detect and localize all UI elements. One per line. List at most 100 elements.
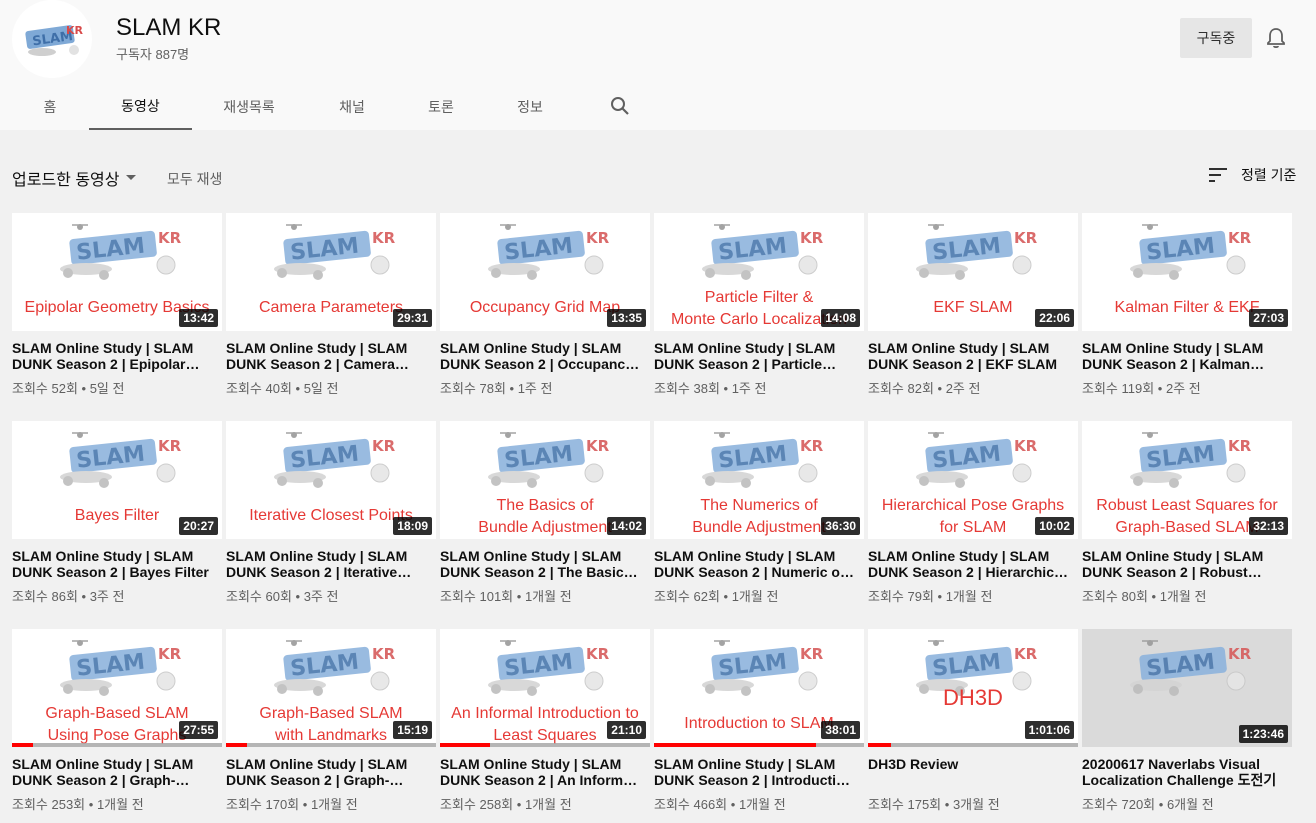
video-title[interactable]: DH3D Review	[868, 756, 1078, 788]
video-card[interactable]: SLAM KR The Basics of Bundle Adjustment 14…	[440, 421, 650, 629]
video-thumbnail[interactable]: SLAM KR Robust Least Squares for Graph-Ba…	[1082, 421, 1292, 539]
video-duration: 18:09	[393, 517, 432, 535]
view-count: 조회수 101회	[440, 589, 514, 604]
video-duration: 36:30	[821, 517, 860, 535]
video-card[interactable]: SLAM KR Robust Least Squares for Graph-Ba…	[1082, 421, 1292, 629]
tab-discussion[interactable]: 토론	[415, 84, 467, 130]
video-title[interactable]: 20200617 Naverlabs Visual Localization C…	[1082, 756, 1292, 788]
video-card[interactable]: SLAM KR 1:23:46 20200617 Naverlabs Visual…	[1082, 629, 1292, 823]
video-card[interactable]: SLAM KR Graph-Based SLAM with Landmarks 15…	[226, 629, 436, 823]
uploads-dropdown[interactable]: 업로드한 동영상	[12, 166, 136, 190]
slam-kr-logo-icon: SLAM KR	[1130, 432, 1252, 488]
meta-separator: •	[513, 589, 525, 604]
video-metadata: 조회수 82회 • 2주 전	[868, 378, 1078, 397]
video-title[interactable]: SLAM Online Study | SLAM DUNK Season 2 |…	[12, 548, 222, 580]
svg-text:KR: KR	[372, 437, 396, 455]
video-card[interactable]: SLAM KR Occupancy Grid Map 13:35 SLAM Onli…	[440, 213, 650, 421]
video-card[interactable]: SLAM KR DH3D 1:01:06 DH3D Review 조회수 175회 •…	[868, 629, 1078, 823]
video-title[interactable]: SLAM Online Study | SLAM DUNK Season 2 |…	[654, 548, 864, 580]
video-card[interactable]: SLAM KR Camera Parameters 29:31 SLAM Onlin…	[226, 213, 436, 421]
video-thumbnail[interactable]: SLAM KR Epipolar Geometry Basics 13:42	[12, 213, 222, 331]
video-thumbnail[interactable]: SLAM KR The Basics of Bundle Adjustment 14…	[440, 421, 650, 539]
meta-separator: •	[719, 589, 732, 604]
video-title[interactable]: SLAM Online Study | SLAM DUNK Season 2 |…	[868, 548, 1078, 580]
tab-about[interactable]: 정보	[504, 84, 556, 130]
video-card[interactable]: SLAM KR Graph-Based SLAM Using Pose Graph…	[12, 629, 222, 823]
video-card[interactable]: SLAM KR Epipolar Geometry Basics 13:42 SLA…	[12, 213, 222, 421]
video-card[interactable]: SLAM KR Iterative Closest Points 18:09 SLA…	[226, 421, 436, 629]
video-thumbnail[interactable]: SLAM KR 1:23:46	[1082, 629, 1292, 747]
video-card[interactable]: SLAM KR EKF SLAM 22:06 SLAM Online Study |…	[868, 213, 1078, 421]
video-card[interactable]: SLAM KR The Numerics of Bundle Adjustment…	[654, 421, 864, 629]
video-thumbnail[interactable]: SLAM KR The Numerics of Bundle Adjustment…	[654, 421, 864, 539]
video-metadata: 조회수 720회 • 6개월 전	[1082, 794, 1292, 813]
video-metadata: 조회수 78회 • 1주 전	[440, 378, 650, 397]
tab-channels[interactable]: 채널	[326, 84, 378, 130]
meta-separator: •	[933, 589, 946, 604]
thumbnail-caption: The Basics of	[496, 497, 594, 514]
video-duration: 38:01	[821, 721, 860, 739]
video-thumbnail[interactable]: SLAM KR An Informal Introduction to Least…	[440, 629, 650, 747]
video-title[interactable]: SLAM Online Study | SLAM DUNK Season 2 |…	[12, 340, 222, 372]
video-thumbnail[interactable]: SLAM KR Bayes Filter 20:27	[12, 421, 222, 539]
slam-kr-logo-icon: SLAM KR	[60, 224, 182, 280]
view-count: 조회수 258회	[440, 797, 514, 812]
meta-separator: •	[513, 797, 525, 812]
video-title[interactable]: SLAM Online Study | SLAM DUNK Season 2 |…	[654, 340, 864, 372]
video-title[interactable]: SLAM Online Study | SLAM DUNK Season 2 |…	[226, 548, 436, 580]
video-thumbnail[interactable]: SLAM KR DH3D 1:01:06	[868, 629, 1078, 747]
view-count: 조회수 40회	[226, 381, 292, 396]
video-duration: 13:42	[179, 309, 218, 327]
video-duration: 1:01:06	[1024, 721, 1074, 739]
video-card[interactable]: SLAM KR Kalman Filter & EKF 27:03 SLAM Onl…	[1082, 213, 1292, 421]
video-card[interactable]: SLAM KR Bayes Filter 20:27 SLAM Online Stu…	[12, 421, 222, 629]
video-title[interactable]: SLAM Online Study | SLAM DUNK Season 2 |…	[226, 340, 436, 372]
video-card[interactable]: SLAM KR Introduction to SLAM 38:01 SLAM On…	[654, 629, 864, 823]
upload-age: 1개월 전	[310, 797, 358, 812]
tab-home[interactable]: 홈	[30, 84, 70, 130]
video-card[interactable]: SLAM KR Hierarchical Pose Graphs for SLAM…	[868, 421, 1078, 629]
video-duration: 14:08	[821, 309, 860, 327]
upload-age: 1개월 전	[945, 589, 993, 604]
view-count: 조회수 80회	[1082, 589, 1148, 604]
tab-playlists[interactable]: 재생목록	[210, 84, 288, 130]
video-card[interactable]: SLAM KR Particle Filter & Monte Carlo Loc…	[654, 213, 864, 421]
tab-videos[interactable]: 동영상	[89, 84, 192, 130]
video-thumbnail[interactable]: SLAM KR Occupancy Grid Map 13:35	[440, 213, 650, 331]
video-thumbnail[interactable]: SLAM KR Kalman Filter & EKF 27:03	[1082, 213, 1292, 331]
slam-kr-logo-icon: SLAM KR	[488, 432, 610, 488]
video-metadata: 조회수 86회 • 3주 전	[12, 586, 222, 605]
video-title[interactable]: SLAM Online Study | SLAM DUNK Season 2 |…	[1082, 548, 1292, 580]
video-thumbnail[interactable]: SLAM KR Hierarchical Pose Graphs for SLAM…	[868, 421, 1078, 539]
video-title[interactable]: SLAM Online Study | SLAM DUNK Season 2 |…	[440, 756, 650, 788]
play-all-button[interactable]: 모두 재생	[167, 169, 222, 189]
video-title[interactable]: SLAM Online Study | SLAM DUNK Season 2 |…	[12, 756, 222, 788]
notification-bell-icon[interactable]	[1262, 24, 1290, 52]
video-thumbnail[interactable]: SLAM KR Particle Filter & Monte Carlo Loc…	[654, 213, 864, 331]
video-title[interactable]: SLAM Online Study | SLAM DUNK Season 2 |…	[1082, 340, 1292, 372]
video-duration: 14:02	[607, 517, 646, 535]
video-title[interactable]: SLAM Online Study | SLAM DUNK Season 2 |…	[440, 548, 650, 580]
channel-avatar[interactable]: SLAM KR	[12, 0, 92, 78]
sort-button[interactable]: 정렬 기준	[1209, 165, 1296, 185]
video-card[interactable]: SLAM KR An Informal Introduction to Least…	[440, 629, 650, 823]
channel-search-icon[interactable]	[608, 94, 632, 118]
video-duration: 1:23:46	[1238, 725, 1288, 743]
video-title[interactable]: SLAM Online Study | SLAM DUNK Season 2 |…	[226, 756, 436, 788]
video-thumbnail[interactable]: SLAM KR EKF SLAM 22:06	[868, 213, 1078, 331]
watch-progress-track	[12, 743, 222, 747]
video-thumbnail[interactable]: SLAM KR Introduction to SLAM 38:01	[654, 629, 864, 747]
video-thumbnail[interactable]: SLAM KR Iterative Closest Points 18:09	[226, 421, 436, 539]
video-title[interactable]: SLAM Online Study | SLAM DUNK Season 2 |…	[868, 340, 1078, 372]
video-title[interactable]: SLAM Online Study | SLAM DUNK Season 2 |…	[654, 756, 864, 788]
video-title[interactable]: SLAM Online Study | SLAM DUNK Season 2 |…	[440, 340, 650, 372]
video-thumbnail[interactable]: SLAM KR Graph-Based SLAM with Landmarks 15…	[226, 629, 436, 747]
svg-text:KR: KR	[1014, 645, 1038, 663]
svg-text:KR: KR	[372, 645, 396, 663]
subscribe-button[interactable]: 구독중	[1180, 18, 1252, 58]
video-thumbnail[interactable]: SLAM KR Camera Parameters 29:31	[226, 213, 436, 331]
video-thumbnail[interactable]: SLAM KR Graph-Based SLAM Using Pose Graph…	[12, 629, 222, 747]
slam-kr-logo-icon: SLAM KR	[916, 224, 1038, 280]
svg-text:KR: KR	[1228, 437, 1252, 455]
upload-age: 3개월 전	[952, 797, 1000, 812]
